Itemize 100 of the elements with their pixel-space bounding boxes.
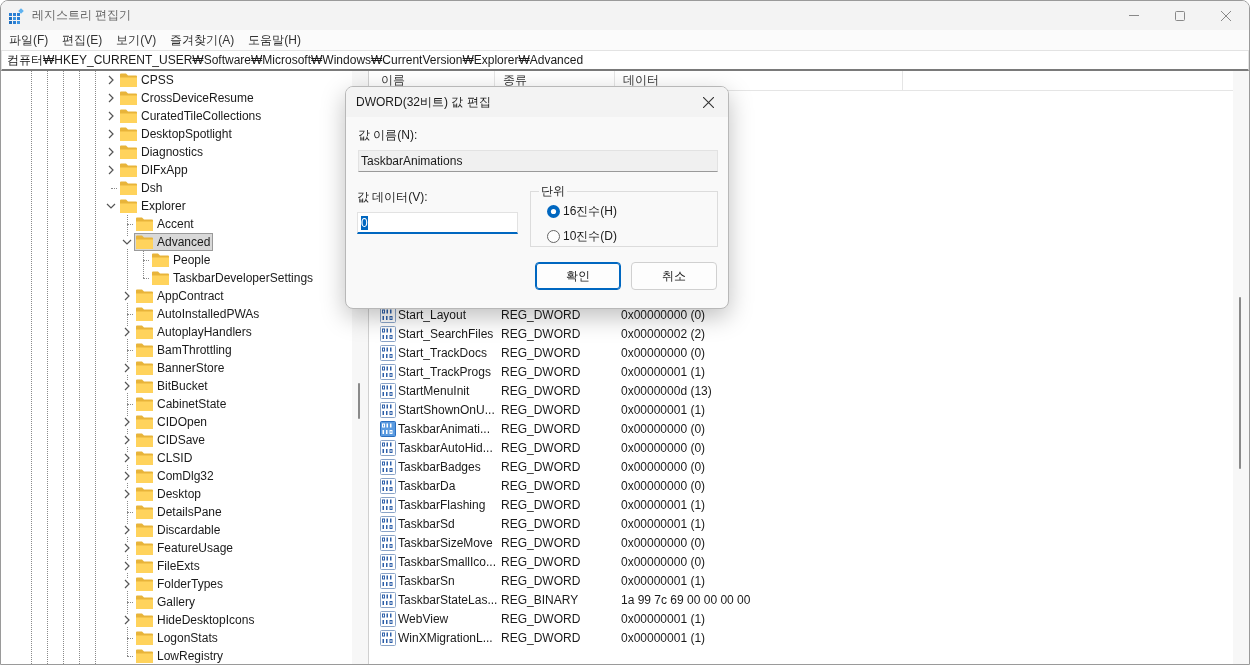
scroll-thumb[interactable] [1239,297,1241,469]
radio-button[interactable] [547,230,560,243]
folder-icon [136,307,153,321]
scroll-thumb[interactable] [358,383,360,419]
table-cell-text: 0x00000000 (0) [620,478,707,493]
value-list-item[interactable]: TaskbarSd [373,515,495,532]
menu-item[interactable]: 보기(V) [109,31,164,49]
table-cell-text: 0x00000000 (0) [620,421,707,436]
tree-item[interactable]: AutoplayHandlers [134,323,255,341]
table-cell-text: 0x0000000d (13) [620,383,713,398]
table-cell-text: 0x00000001 (1) [620,516,707,531]
menu-item[interactable]: 파일(F) [2,31,56,49]
dialog-title: DWORD(32비트) 값 편집 [356,93,491,111]
value-list-item[interactable]: StartMenuInit [373,382,495,399]
registry-editor-icon [9,7,25,24]
tree-item[interactable]: CrossDeviceResume [118,89,257,107]
value-list-item[interactable]: TaskbarFlashing [373,496,495,513]
window-title: 레지스트리 편집기 [32,7,132,24]
table-cell-text: REG_DWORD [500,535,582,550]
table-cell-text: 0x00000001 (1) [620,402,707,417]
value-list-item[interactable]: Start_TrackProgs [373,363,495,380]
close-icon [1221,10,1231,21]
tree-item[interactable]: DesktopSpotlight [118,125,235,143]
group-label: 단위 [540,183,566,200]
table-cell-text: REG_DWORD [500,516,582,531]
value-name-field[interactable]: TaskbarAnimations [358,150,718,172]
folder-icon [136,433,153,447]
table-cell-text: 0x00000000 (0) [620,554,707,569]
table-cell-text: 0x00000001 (1) [620,630,707,645]
tree-item[interactable]: BitBucket [134,377,211,395]
radio-option[interactable]: 10진수(D) [547,227,717,246]
table-cell-text: 0x00000001 (1) [620,573,707,588]
folder-icon [136,649,153,663]
address-bar[interactable]: 컴퓨터₩HKEY_CURRENT_USER₩Software₩Microsoft₩Windows₩CurrentVersion₩Explorer₩Advanced [1,50,1249,71]
table-cell-text: REG_DWORD [500,630,582,645]
table-cell-text: 1a 99 7c 69 00 00 00 00 [620,592,752,607]
folder-icon [136,235,153,249]
value-list-item[interactable]: TaskbarSmallIco... [373,553,495,570]
table-cell-text: REG_DWORD [500,326,582,341]
menu-item[interactable]: 편집(E) [55,31,110,49]
value-data-field[interactable]: 0 [357,212,518,234]
folder-icon [136,541,153,555]
value-list-item[interactable]: TaskbarAutoHid... [373,439,495,456]
folder-icon [152,271,169,285]
folder-icon [120,163,137,177]
folder-icon [136,595,153,609]
tree-item[interactable]: Explorer [118,197,189,215]
table-cell-text: 0x00000000 (0) [620,440,707,455]
table-cell-text: REG_DWORD [500,307,582,322]
value-list-item[interactable]: TaskbarAnimati... [373,420,495,437]
value-list-item[interactable]: Start_SearchFiles [373,325,495,342]
tree-item[interactable]: Gallery [134,593,198,611]
dialog-button[interactable]: 확인 [535,262,621,290]
radio-button[interactable] [547,205,560,218]
value-list-item[interactable]: StartShownOnU... [373,401,495,418]
table-cell-text: 0x00000001 (1) [620,497,707,512]
folder-icon [120,109,137,123]
folder-icon [120,199,137,213]
folder-icon [136,343,153,357]
tree-item[interactable]: CPSS [118,71,177,89]
tree-item[interactable]: Accent [134,215,197,233]
folder-icon [136,415,153,429]
menu-item[interactable]: 즐겨찾기(A) [163,31,242,49]
value-list-item[interactable]: TaskbarBadges [373,458,495,475]
tree-item[interactable]: DetailsPane [134,503,225,521]
folder-icon [136,613,153,627]
folder-icon [136,289,153,303]
value-list-item[interactable]: TaskbarDa [373,477,495,494]
value-list-item[interactable]: TaskbarSizeMove [373,534,495,551]
radio-option[interactable]: 16진수(H) [547,202,717,221]
table-cell-text: REG_DWORD [500,345,582,360]
field-label: 값 이름(N): [358,128,419,143]
tree-item[interactable]: Advanced [134,233,214,251]
dialog-button[interactable]: 취소 [631,262,717,290]
table-cell-text: REG_DWORD [500,497,582,512]
table-cell-text: 0x00000002 (2) [620,326,707,341]
value-list-item[interactable]: TaskbarStateLas... [373,591,495,608]
tree-item[interactable]: AppContract [134,287,227,305]
table-cell-text: REG_DWORD [500,478,582,493]
folder-icon [136,397,153,411]
folder-icon [120,181,137,195]
folder-icon [120,73,137,87]
value-list-item[interactable]: Start_TrackDocs [373,344,495,361]
tree-item[interactable]: LogonStats [134,629,221,647]
tree-item[interactable]: FileExts [134,557,203,575]
maximize-icon [1175,10,1185,21]
table-cell-text: 0x00000000 (0) [620,345,707,360]
menu-item[interactable]: 도움말(H) [241,31,308,49]
value-list-item[interactable]: TaskbarSn [373,572,495,589]
table-cell-text: REG_DWORD [500,421,582,436]
table-cell-text: REG_DWORD [500,573,582,588]
tree-item[interactable]: ComDlg32 [134,467,217,485]
folder-icon [136,631,153,645]
minimize-icon [1129,15,1139,16]
tree-item[interactable]: HideDesktopIcons [134,611,258,629]
folder-icon [136,361,153,375]
value-list-item[interactable]: WinXMigrationL... [373,629,495,646]
table-cell-text: REG_DWORD [500,611,582,626]
tree-item[interactable]: DIFxApp [118,161,191,179]
value-list-item[interactable]: WebView [373,610,495,627]
